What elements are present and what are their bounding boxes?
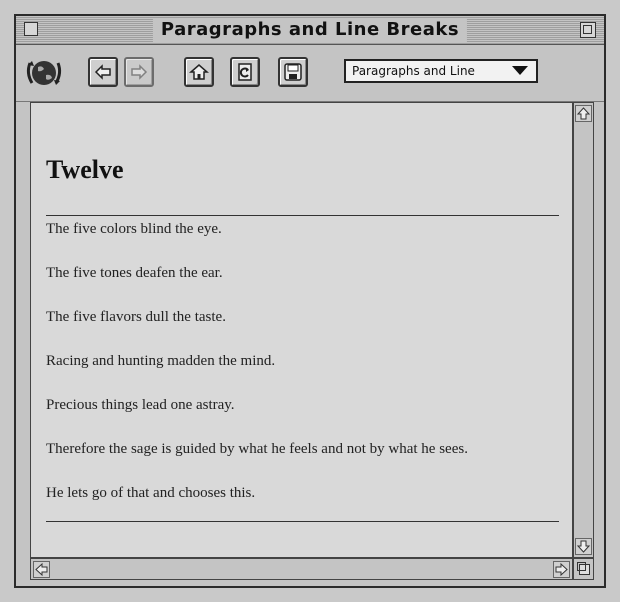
toolbar: Paragraphs and Line bbox=[16, 45, 604, 102]
scroll-down-button[interactable] bbox=[575, 538, 592, 555]
left-arrow-icon bbox=[35, 562, 48, 577]
text-line: The five tones deafen the ear. bbox=[46, 265, 223, 281]
scroll-left-button[interactable] bbox=[33, 561, 50, 578]
horizontal-rule-top bbox=[46, 215, 559, 216]
title-bar[interactable]: Paragraphs and Line Breaks bbox=[16, 16, 604, 45]
text-line: Racing and hunting madden the mind. bbox=[46, 353, 276, 369]
down-arrow-icon bbox=[576, 540, 591, 553]
back-button[interactable] bbox=[88, 57, 118, 87]
window-title: Paragraphs and Line Breaks bbox=[152, 18, 468, 42]
close-box[interactable] bbox=[24, 22, 38, 36]
text-line: Precious things lead one astray. bbox=[46, 397, 235, 413]
forward-button[interactable] bbox=[124, 57, 154, 87]
up-arrow-icon bbox=[576, 107, 591, 120]
text-line: The five colors blind the eye. bbox=[46, 221, 222, 237]
browser-window: Paragraphs and Line Breaks Paragraphs an… bbox=[14, 14, 606, 588]
horizontal-rule-bottom bbox=[46, 521, 559, 522]
page-content: Twelve The five colors blind the eye. Th… bbox=[30, 102, 573, 558]
right-arrow-icon bbox=[555, 562, 568, 577]
page-select[interactable]: Paragraphs and Line bbox=[344, 59, 538, 83]
text-line: Therefore the sage is guided by what he … bbox=[46, 441, 468, 457]
home-button[interactable] bbox=[184, 57, 214, 87]
chevron-down-icon bbox=[512, 66, 528, 75]
text-line: He lets go of that and chooses this. bbox=[46, 485, 256, 501]
page-select-value: Paragraphs and Line bbox=[352, 64, 475, 78]
scroll-up-button[interactable] bbox=[575, 105, 592, 122]
vertical-scrollbar[interactable] bbox=[573, 102, 594, 558]
home-icon bbox=[189, 64, 209, 80]
back-arrow-icon bbox=[94, 64, 111, 80]
text-line: The five flavors dull the taste. bbox=[46, 309, 226, 325]
globe-icon[interactable] bbox=[24, 53, 64, 93]
scroll-right-button[interactable] bbox=[553, 561, 570, 578]
reload-icon bbox=[238, 63, 252, 81]
zoom-box[interactable] bbox=[580, 22, 596, 38]
horizontal-scrollbar[interactable] bbox=[30, 558, 573, 580]
resize-box[interactable] bbox=[573, 558, 594, 580]
forward-arrow-icon bbox=[131, 64, 148, 80]
save-button[interactable] bbox=[278, 57, 308, 87]
reload-button[interactable] bbox=[230, 57, 260, 87]
save-icon bbox=[284, 63, 302, 81]
page-heading: Twelve bbox=[46, 155, 124, 184]
